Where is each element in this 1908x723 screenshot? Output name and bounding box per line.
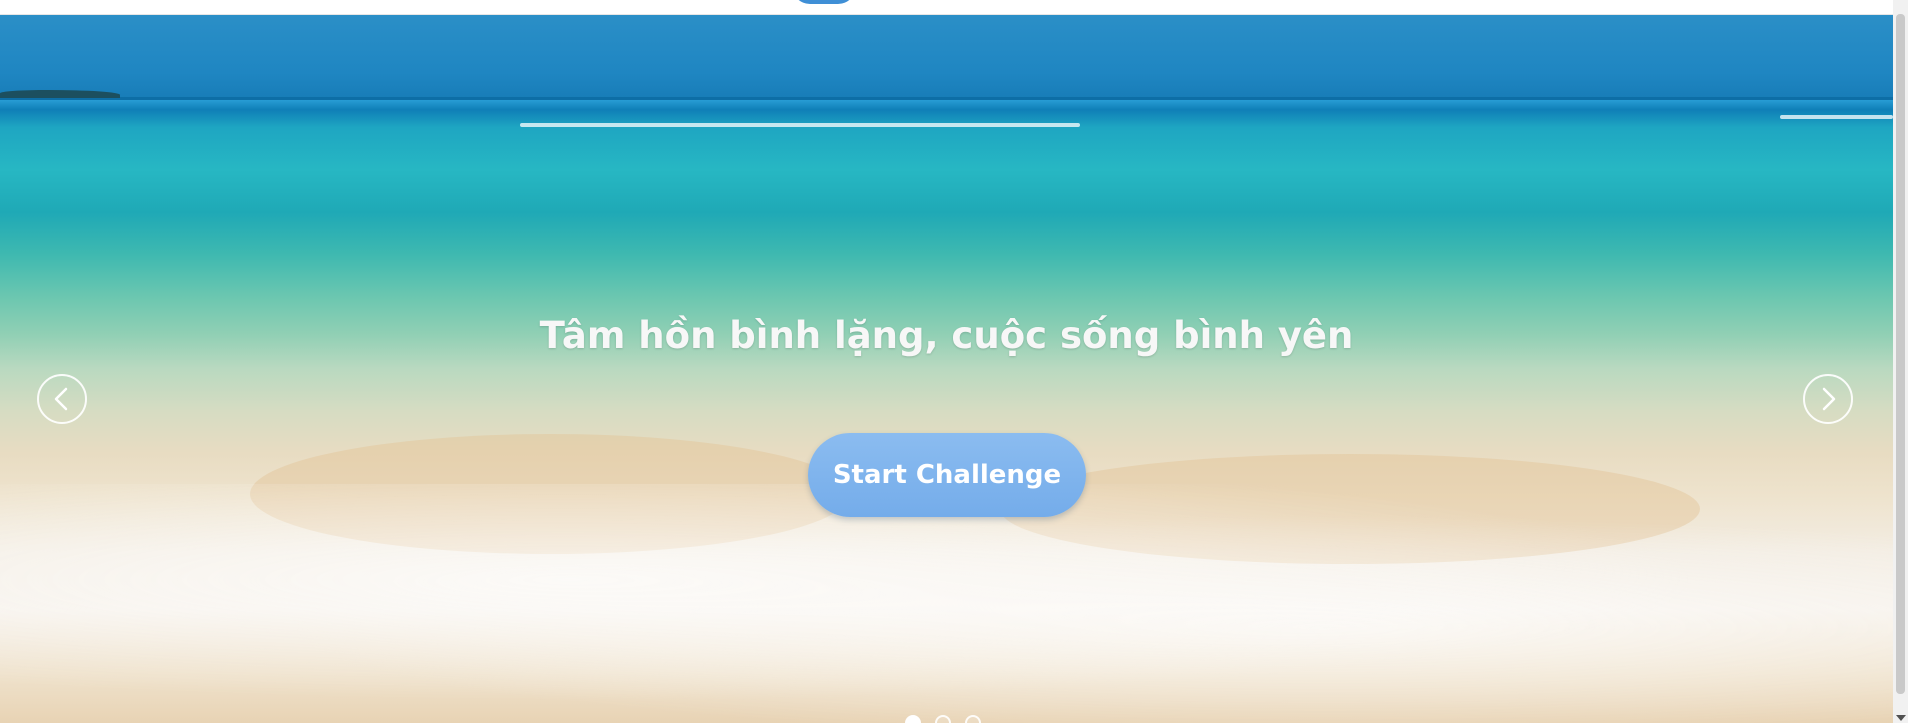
- carousel-indicator-3[interactable]: [965, 715, 981, 723]
- carousel-indicator-1[interactable]: [905, 715, 921, 723]
- hero-island: [0, 90, 120, 98]
- hero-wave: [1780, 115, 1893, 119]
- page-scrollbar[interactable]: [1893, 0, 1908, 723]
- scrollbar-thumb[interactable]: [1896, 14, 1905, 694]
- start-challenge-button[interactable]: Start Challenge: [808, 433, 1086, 517]
- scroll-down-icon[interactable]: [1896, 715, 1906, 721]
- carousel-next-button[interactable]: [1803, 374, 1853, 424]
- hero-horizon: [0, 97, 1893, 100]
- hero-wave: [520, 123, 1080, 127]
- hero-foam: [0, 484, 1893, 723]
- carousel-indicator-2[interactable]: [935, 715, 951, 723]
- chevron-right-icon: [1822, 387, 1836, 411]
- page-viewport: Tâm hồn bình lặng, cuộc sống bình yên St…: [0, 0, 1908, 723]
- hero-carousel: Tâm hồn bình lặng, cuộc sống bình yên St…: [0, 14, 1893, 723]
- hero-title: Tâm hồn bình lặng, cuộc sống bình yên: [539, 314, 1354, 357]
- carousel-indicators: [905, 715, 981, 723]
- hero-sky: [0, 14, 1893, 98]
- chevron-left-icon: [54, 387, 68, 411]
- carousel-prev-button[interactable]: [37, 374, 87, 424]
- site-header: [0, 0, 1893, 15]
